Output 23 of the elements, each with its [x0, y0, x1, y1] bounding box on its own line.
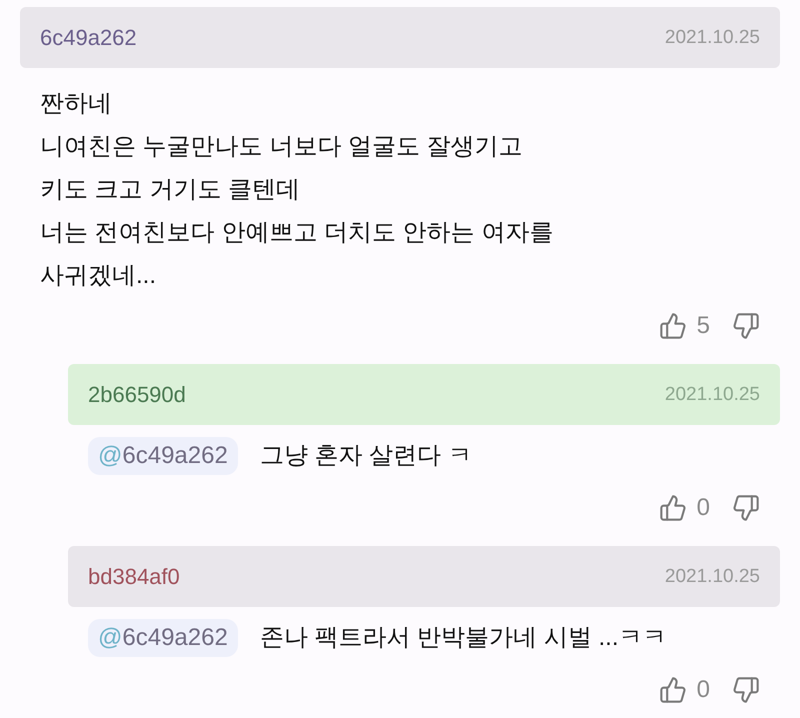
like-button[interactable]: 0 — [658, 676, 710, 704]
thumbs-down-icon — [732, 312, 760, 340]
thumbs-up-icon — [658, 494, 687, 522]
username: 2b66590d — [88, 384, 186, 406]
thumbs-down-icon — [732, 676, 760, 704]
comment-date: 2021.10.25 — [664, 28, 760, 47]
mention-link[interactable]: @6c49a262 — [88, 437, 238, 475]
thumbs-down-icon — [732, 494, 760, 522]
username: bd384af0 — [88, 566, 180, 588]
comment-date: 2021.10.25 — [664, 385, 760, 404]
like-button[interactable]: 0 — [658, 494, 710, 522]
dislike-button[interactable] — [732, 494, 760, 522]
reply-text: 그냥 혼자 살련다 ㅋ — [260, 444, 472, 468]
comment-text: 짠하네 니여친은 누굴만나도 너보다 얼굴도 잘생기고 키도 크고 거기도 클텐데 너는 전여친보다 안예쁘고 더치도 안하는 여자를 사귀겠네... — [39, 89, 554, 291]
dislike-button[interactable] — [732, 676, 760, 704]
thumbs-up-icon — [658, 676, 687, 704]
thumbs-up-icon — [658, 312, 687, 340]
reply-text: 존나 팩트라서 반박불가네 시벌 ...ㅋㅋ — [260, 626, 666, 650]
mention-link[interactable]: @6c49a262 — [88, 619, 238, 657]
like-button[interactable]: 5 — [658, 312, 710, 340]
comment-date: 2021.10.25 — [664, 567, 760, 586]
username: 6c49a262 — [40, 26, 137, 48]
dislike-button[interactable] — [732, 312, 760, 340]
